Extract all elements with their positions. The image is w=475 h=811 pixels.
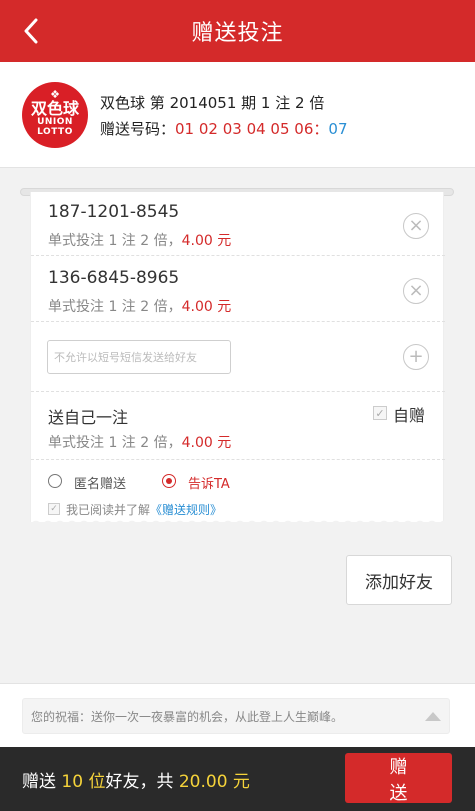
total-amount: 20.00 元: [178, 772, 250, 792]
self-gift-checkbox[interactable]: ✓: [373, 406, 387, 420]
anonymous-label: 匿名赠送: [74, 477, 127, 492]
lottery-bet: 1 注 2 倍: [260, 94, 325, 112]
add-recipient-button[interactable]: +: [403, 344, 429, 370]
recipient-desc: 单式投注 1 注 2 倍，4.00 元: [48, 233, 232, 249]
self-gift-label: 自赠: [392, 406, 425, 425]
numbers-separator: ：: [313, 120, 329, 138]
lottery-issue: 第 2014051 期: [149, 94, 257, 112]
lottery-logo: ❖ 双色球 UNION LOTTO: [22, 82, 88, 148]
check-icon: ✓: [50, 504, 58, 514]
circle-x-icon: ×: [408, 215, 424, 236]
recipient-row: 136-6845-8965 单式投注 1 注 2 倍，4.00 元 ×: [31, 256, 445, 322]
back-button[interactable]: [14, 14, 48, 48]
recipient-phone: 136-6845-8965: [48, 268, 180, 288]
wish-text: 您的祝福：送你一次一夜暴富的机会，从此登上人生巅峰。: [31, 709, 344, 724]
blue-number: 07: [328, 120, 348, 138]
anonymous-radio[interactable]: [48, 474, 62, 488]
circle-plus-icon: +: [408, 346, 424, 367]
logo-text-union: UNION: [37, 117, 73, 127]
nav-bar: 赠送投注: [0, 0, 475, 62]
logo-text-cn: 双色球: [30, 99, 79, 118]
card-zigzag-edge: [30, 514, 444, 526]
lottery-numbers-line: 赠送号码：01 02 03 04 05 06：07: [100, 118, 348, 139]
gift-options: 匿名赠送 告诉TA ✓ 我已阅读并了解《赠送规则》: [31, 460, 445, 522]
self-gift-title: 送自己一注: [48, 408, 129, 427]
gift-summary: 赠送 10 位好友，共 20.00 元: [22, 772, 250, 792]
new-recipient-row: +: [31, 322, 445, 392]
page-title: 赠送投注: [191, 21, 284, 46]
bottom-bar: 赠送 10 位好友，共 20.00 元 赠送: [0, 747, 475, 811]
friend-count: 10 位: [61, 772, 106, 792]
send-button[interactable]: 赠送: [345, 753, 452, 804]
remove-recipient-button[interactable]: ×: [403, 213, 429, 239]
recipient-amount: 4.00 元: [181, 299, 232, 315]
triangle-up-icon[interactable]: [425, 711, 441, 721]
lottery-issue-line: 双色球 第 2014051 期 1 注 2 倍: [100, 92, 324, 113]
tell-label: 告诉TA: [188, 477, 230, 492]
logo-text-lotto: LOTTO: [37, 127, 73, 137]
phone-input[interactable]: [47, 340, 231, 374]
self-gift-row: 送自己一注 单式投注 1 注 2 倍，4.00 元 ✓ 自赠: [31, 392, 445, 460]
lottery-info: ❖ 双色球 UNION LOTTO 双色球 第 2014051 期 1 注 2 …: [0, 62, 475, 168]
wish-bar: 您的祝福：送你一次一夜暴富的机会，从此登上人生巅峰。: [0, 683, 475, 747]
remove-recipient-button[interactable]: ×: [403, 278, 429, 304]
tell-radio[interactable]: [162, 474, 176, 488]
self-gift-amount: 4.00 元: [181, 435, 232, 451]
lottery-name: 双色球: [100, 94, 146, 112]
numbers-label: 赠送号码：: [100, 120, 176, 138]
red-numbers: 01 02 03 04 05 06: [175, 120, 314, 138]
add-friend-button[interactable]: 添加好友: [346, 555, 452, 605]
chevron-left-icon: [24, 18, 38, 44]
self-gift-desc: 单式投注 1 注 2 倍，4.00 元: [48, 435, 232, 451]
recipient-amount: 4.00 元: [181, 233, 232, 249]
logo-mark-icon: ❖: [50, 88, 60, 101]
wish-input[interactable]: 您的祝福：送你一次一夜暴富的机会，从此登上人生巅峰。: [22, 698, 450, 734]
check-icon: ✓: [375, 406, 385, 420]
circle-x-icon: ×: [408, 280, 424, 301]
recipient-row: 187-1201-8545 单式投注 1 注 2 倍，4.00 元 ×: [31, 192, 445, 256]
recipient-card: 187-1201-8545 单式投注 1 注 2 倍，4.00 元 × 136-…: [20, 188, 454, 528]
recipient-desc: 单式投注 1 注 2 倍，4.00 元: [48, 299, 232, 315]
recipient-list: 187-1201-8545 单式投注 1 注 2 倍，4.00 元 × 136-…: [30, 192, 445, 522]
recipient-phone: 187-1201-8545: [48, 202, 180, 222]
